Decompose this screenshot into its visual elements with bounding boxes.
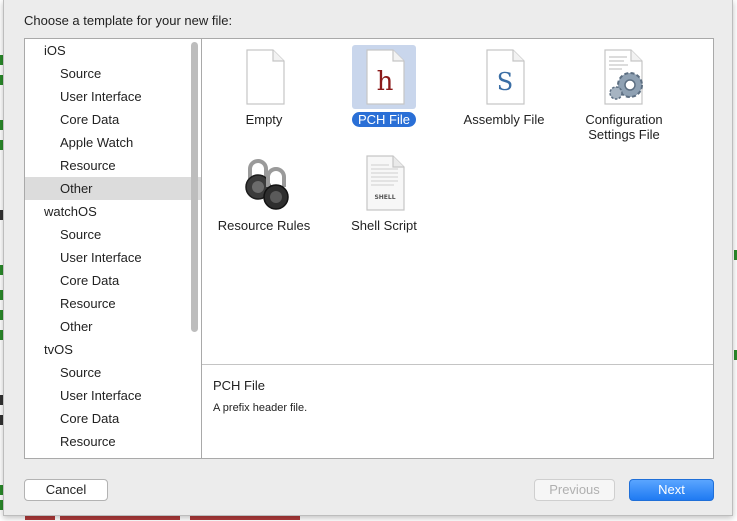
sidebar-group-tvos: tvOS: [44, 342, 73, 357]
sidebar-item-tvos-user-interface[interactable]: User Interface: [25, 384, 201, 407]
template-label: Resource Rules: [217, 218, 311, 233]
template-shell-script[interactable]: SHELL Shell Script: [324, 153, 444, 233]
description-title: PCH File: [213, 378, 266, 393]
sidebar-item-ios-other[interactable]: Other: [25, 177, 201, 200]
blank-file-icon: [234, 47, 294, 107]
platform-category-list[interactable]: iOS Source User Interface Core Data Appl…: [24, 38, 202, 459]
template-empty[interactable]: Empty: [204, 47, 324, 127]
sidebar-item-watchos-resource[interactable]: Resource: [25, 292, 201, 315]
pch-file-icon: h: [352, 45, 416, 109]
sidebar-item-tvos-source[interactable]: Source: [25, 361, 201, 384]
template-label: Shell Script: [351, 218, 417, 233]
svg-text:S: S: [497, 68, 513, 96]
description-text: A prefix header file.: [213, 402, 308, 414]
sheet-title: Choose a template for your new file:: [24, 13, 233, 28]
sidebar-group-watchos: watchOS: [44, 204, 97, 219]
template-label: Assembly File: [463, 112, 545, 127]
sidebar-item-tvos-resource[interactable]: Resource: [25, 430, 201, 453]
sidebar-item-watchos-core-data[interactable]: Core Data: [25, 269, 201, 292]
shell-script-icon: SHELL: [354, 153, 414, 213]
previous-button[interactable]: Previous: [534, 479, 615, 501]
padlocks-icon: [234, 153, 294, 213]
template-grid: Empty h PCH File S Assembly File Configu…: [201, 38, 714, 459]
svg-text:SHELL: SHELL: [374, 194, 395, 201]
template-assembly-file[interactable]: S Assembly File: [444, 47, 564, 127]
template-label: Empty: [245, 112, 283, 127]
sidebar-item-watchos-other[interactable]: Other: [25, 315, 201, 338]
assembly-file-icon: S: [474, 47, 534, 107]
sidebar-item-watchos-user-interface[interactable]: User Interface: [25, 246, 201, 269]
sidebar-item-ios-core-data[interactable]: Core Data: [25, 108, 201, 131]
next-button[interactable]: Next: [629, 479, 714, 501]
config-settings-icon: [594, 47, 654, 107]
template-pch-file[interactable]: h PCH File: [324, 45, 444, 127]
template-resource-rules[interactable]: Resource Rules: [204, 153, 324, 233]
background-editor-right-edge: [733, 0, 737, 521]
sidebar-scrollbar[interactable]: [191, 42, 198, 332]
sidebar-item-ios-user-interface[interactable]: User Interface: [25, 85, 201, 108]
svg-text:h: h: [377, 67, 394, 97]
template-label: Configuration Settings File: [585, 112, 663, 142]
sidebar-item-ios-apple-watch[interactable]: Apple Watch: [25, 131, 201, 154]
sidebar-item-ios-source[interactable]: Source: [25, 62, 201, 85]
sidebar-item-watchos-source[interactable]: Source: [25, 223, 201, 246]
sidebar-item-ios-resource[interactable]: Resource: [25, 154, 201, 177]
sidebar-item-tvos-core-data[interactable]: Core Data: [25, 407, 201, 430]
new-file-template-sheet: Choose a template for your new file: iOS…: [3, 0, 733, 516]
cancel-button[interactable]: Cancel: [24, 479, 108, 501]
template-description-panel: PCH File A prefix header file.: [202, 364, 713, 458]
template-configuration-settings-file[interactable]: Configuration Settings File: [564, 47, 684, 142]
sidebar-group-ios: iOS: [44, 43, 66, 58]
template-label: PCH File: [351, 112, 416, 127]
